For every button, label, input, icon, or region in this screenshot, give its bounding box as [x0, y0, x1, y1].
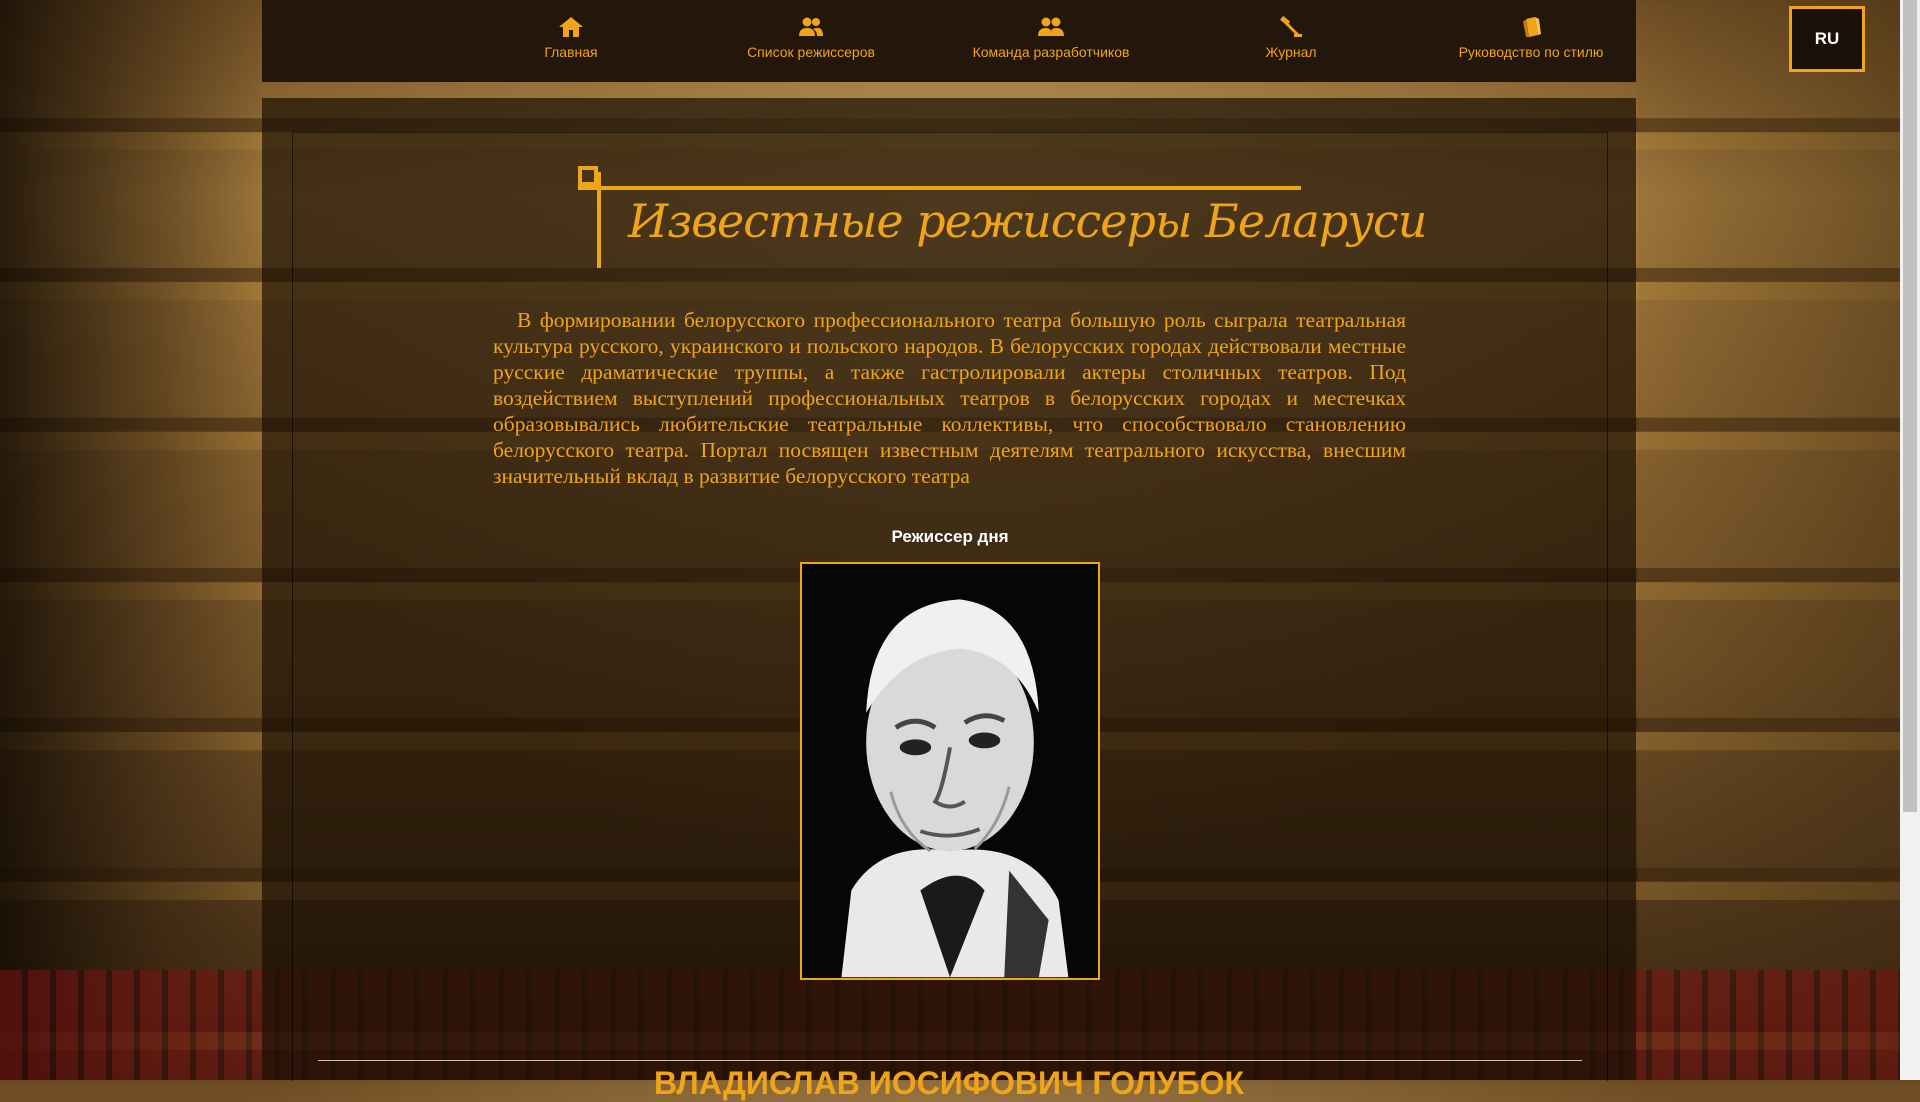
title-frame-corner	[578, 166, 598, 186]
language-button[interactable]: RU	[1789, 6, 1865, 72]
title-frame-vertical	[597, 172, 601, 268]
nav-item-journal[interactable]: Журнал	[1181, 16, 1401, 60]
nav-item-style-guide[interactable]: Руководство по стилю	[1421, 16, 1641, 60]
director-of-day-label: Режиссер дня	[891, 527, 1009, 546]
intro-paragraph: В формировании белорусского профессионал…	[493, 308, 1406, 488]
book-icon	[1523, 17, 1541, 37]
nav-item-label: Список режиссеров	[747, 44, 875, 60]
nav-item-directors[interactable]: Список режиссеров	[701, 16, 921, 60]
scrollbar-thumb[interactable]	[1903, 0, 1917, 812]
top-navbar: Главная Список режиссеров Команда разраб…	[262, 0, 1865, 82]
home-icon	[559, 17, 583, 37]
nav-item-dev-team[interactable]: Команда разработчиков	[941, 16, 1161, 60]
nav-item-label: Руководство по стилю	[1458, 44, 1604, 60]
theater-background-right	[1638, 0, 1900, 1080]
nav-item-label: Главная	[544, 44, 598, 60]
title-frame-line	[578, 186, 1301, 190]
team-icon	[1038, 17, 1064, 36]
director-photo	[802, 564, 1098, 978]
nav-item-label: Журнал	[1265, 44, 1317, 60]
theater-background-left	[0, 0, 262, 1080]
nav-item-label: Команда разработчиков	[972, 44, 1130, 60]
director-portrait[interactable]	[800, 562, 1100, 980]
page-scrollbar[interactable]	[1900, 0, 1920, 1080]
page-title: Известные режиссеры Беларуси	[628, 194, 1427, 248]
director-name-heading: ВЛАДИСЛАВ ИОСИФОВИЧ ГОЛУБОК	[653, 1065, 1244, 1101]
nav-item-home[interactable]: Главная	[461, 16, 681, 60]
people-icon	[799, 17, 823, 36]
hammer-icon	[1280, 16, 1302, 37]
section-divider	[318, 1060, 1582, 1061]
